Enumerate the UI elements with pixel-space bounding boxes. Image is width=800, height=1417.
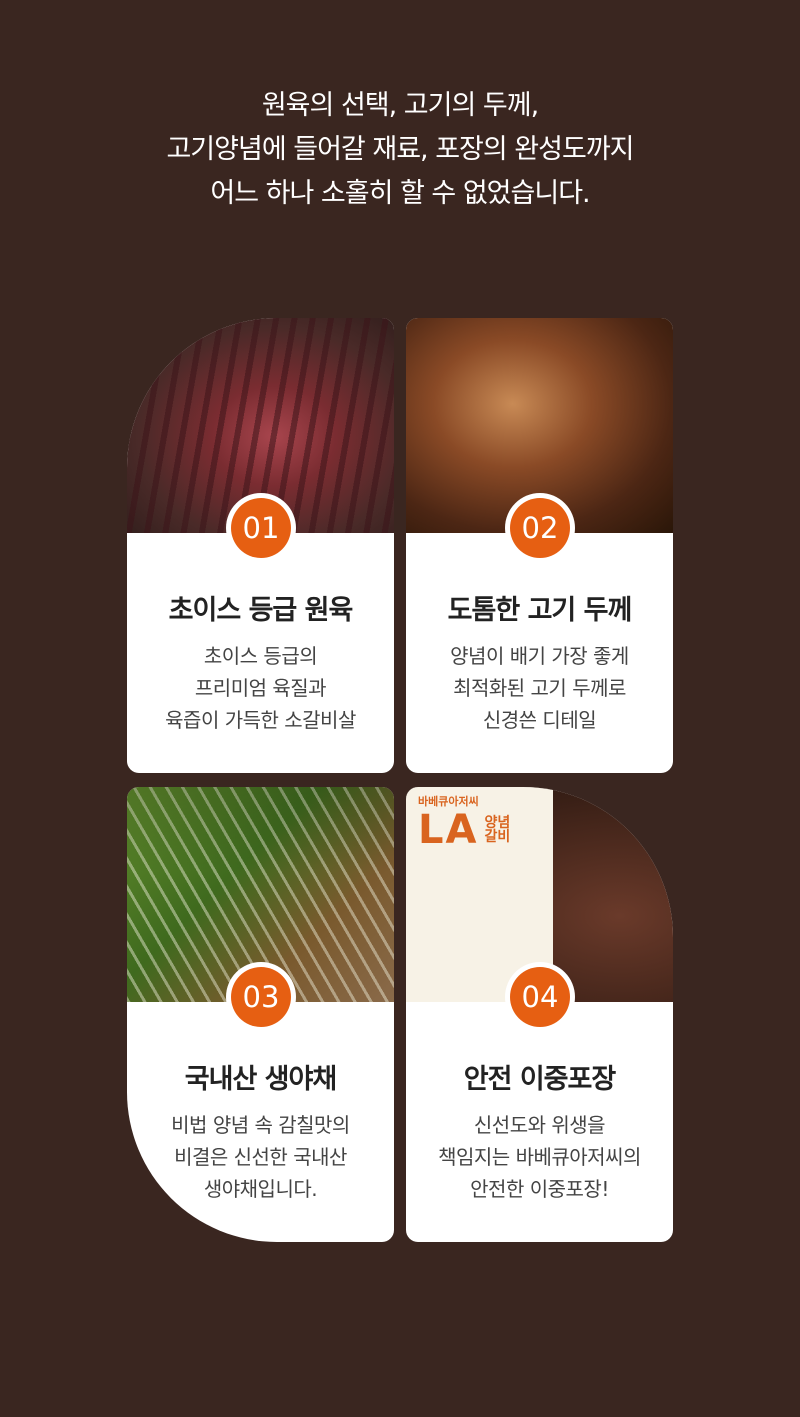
feature-number-badge: 03 <box>231 967 291 1027</box>
feature-description-line: 비법 양념 속 감칠맛의 <box>171 1113 350 1137</box>
feature-description-line: 프리미엄 육질과 <box>194 676 327 700</box>
package-sub-1: 양념 <box>484 815 511 831</box>
intro-line-1: 원육의 선택, 고기의 두께, <box>261 90 539 121</box>
feature-description: 양념이 배기 가장 좋게 최적화된 고기 두께로 신경쓴 디테일 <box>406 640 673 736</box>
feature-card-vegetables: 03 국내산 생야채 비법 양념 속 감칠맛의 비결은 신선한 국내산 생야채입… <box>127 787 394 1242</box>
feature-title: 도톰한 고기 두께 <box>447 595 633 626</box>
feature-card-choice-grade: 01 초이스 등급 원육 초이스 등급의 프리미엄 육질과 육즙이 가득한 소갈… <box>127 318 394 773</box>
feature-description-line: 책임지는 바베큐아저씨의 <box>438 1145 641 1169</box>
feature-description-line: 비결은 신선한 국내산 <box>174 1145 347 1169</box>
package-sub-2: 갈비 <box>484 829 511 845</box>
feature-description-line: 초이스 등급의 <box>203 644 318 668</box>
feature-description-line: 안전한 이중포장! <box>470 1177 609 1201</box>
feature-card-packaging: 바베큐아저씨 LA 양념 갈비 04 안전 이중포장 신선도와 위생을 책임지는… <box>406 787 673 1242</box>
feature-card-thickness: 02 도톰한 고기 두께 양념이 배기 가장 좋게 최적화된 고기 두께로 신경… <box>406 318 673 773</box>
intro-text: 원육의 선택, 고기의 두께, 고기양념에 들어갈 재료, 포장의 완성도까지 … <box>0 84 800 216</box>
feature-title: 초이스 등급 원육 <box>168 595 354 626</box>
feature-description-line: 생야채입니다. <box>203 1177 318 1201</box>
feature-description: 신선도와 위생을 책임지는 바베큐아저씨의 안전한 이중포장! <box>406 1109 673 1205</box>
feature-title: 국내산 생야채 <box>184 1064 337 1095</box>
package-la-text: LA <box>418 807 479 853</box>
feature-description: 초이스 등급의 프리미엄 육질과 육즙이 가득한 소갈비살 <box>127 640 394 736</box>
package-label: 바베큐아저씨 LA 양념 갈비 <box>418 795 548 851</box>
feature-title: 안전 이중포장 <box>463 1064 616 1095</box>
feature-number-badge: 02 <box>510 498 570 558</box>
intro-line-2: 고기양념에 들어갈 재료, 포장의 완성도까지 <box>166 134 634 165</box>
feature-description-line: 양념이 배기 가장 좋게 <box>450 644 629 668</box>
feature-number-badge: 01 <box>231 498 291 558</box>
feature-number-badge: 04 <box>510 967 570 1027</box>
intro-line-3: 어느 하나 소홀히 할 수 없었습니다. <box>210 178 590 209</box>
feature-description-line: 신선도와 위생을 <box>473 1113 606 1137</box>
feature-description: 비법 양념 속 감칠맛의 비결은 신선한 국내산 생야채입니다. <box>127 1109 394 1205</box>
feature-description-line: 최적화된 고기 두께로 <box>453 676 626 700</box>
feature-description-line: 신경쓴 디테일 <box>482 708 597 732</box>
feature-description-line: 육즙이 가득한 소갈비살 <box>165 708 356 732</box>
